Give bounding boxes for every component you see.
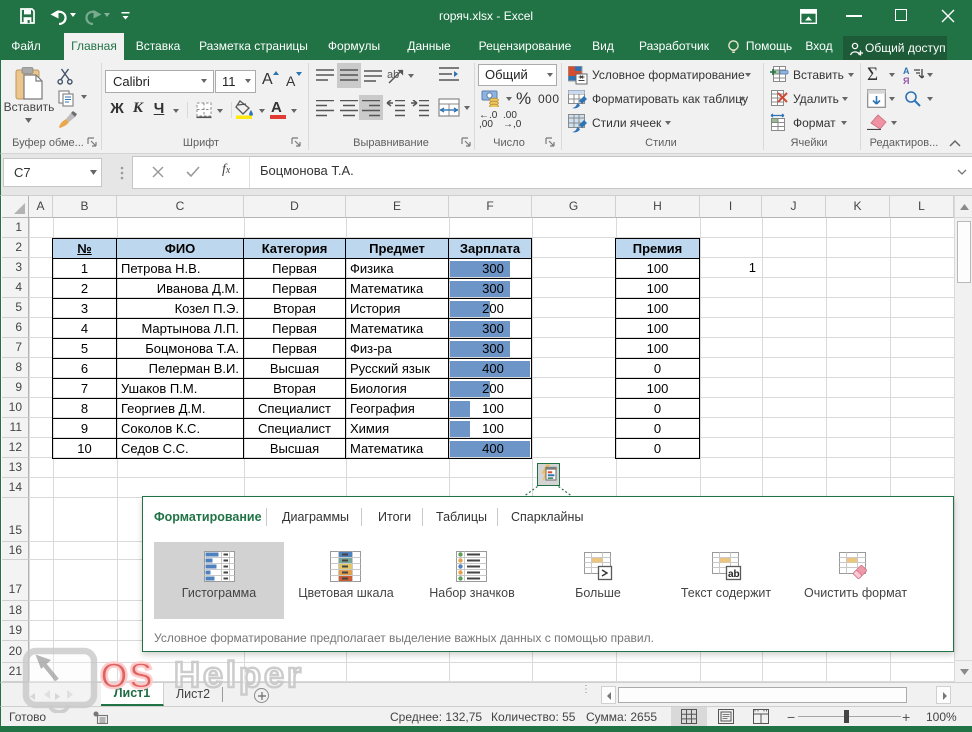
svg-text:ab: ab xyxy=(728,569,740,580)
svg-text:ab: ab xyxy=(387,69,399,81)
